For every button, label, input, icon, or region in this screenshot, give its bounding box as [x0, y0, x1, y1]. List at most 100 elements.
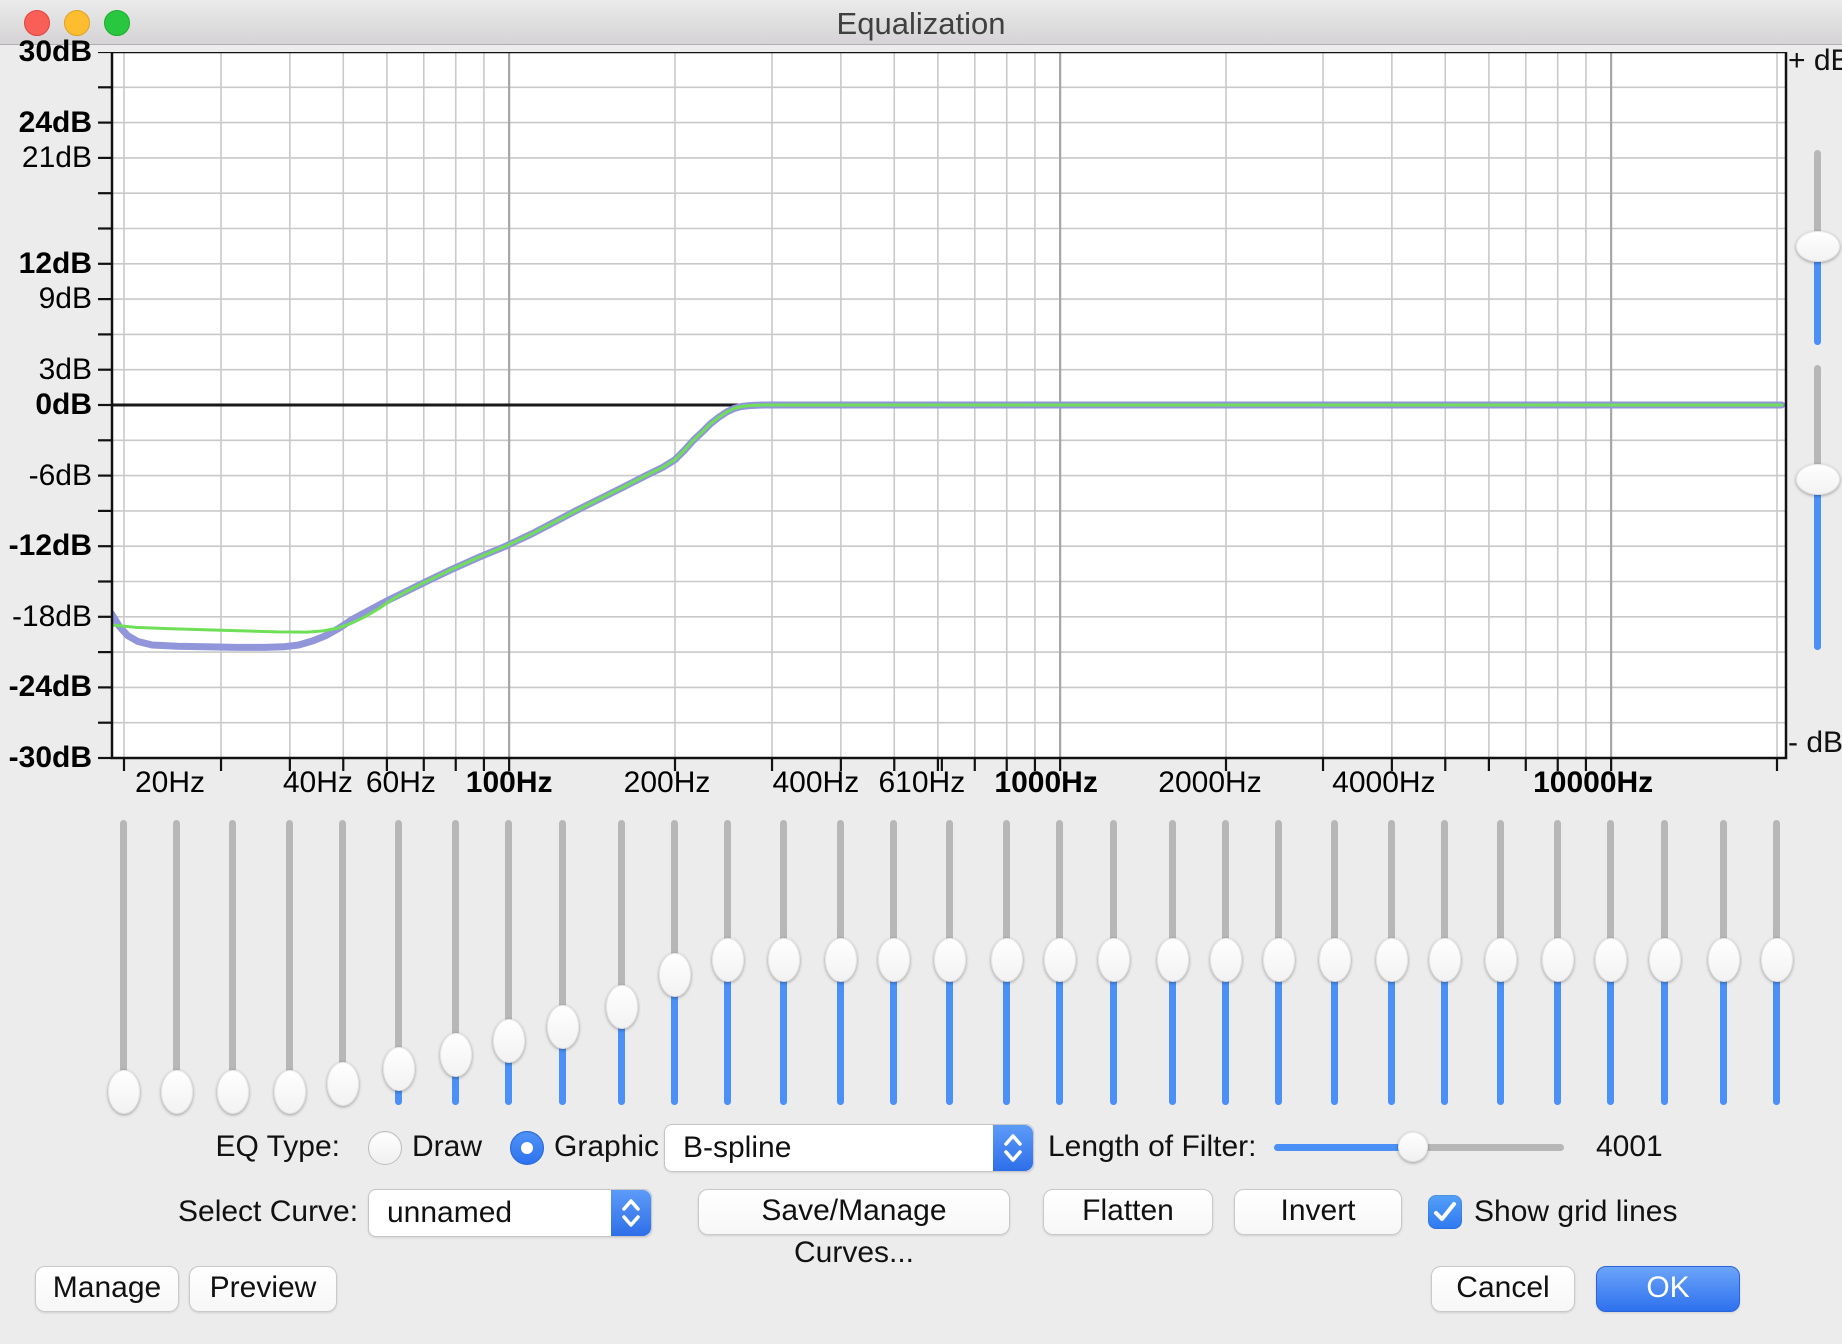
slider-thumb[interactable] — [1319, 938, 1351, 982]
eq-type-graphic-label[interactable]: Graphic — [554, 1124, 659, 1170]
slider-thumb[interactable] — [1796, 231, 1840, 262]
eq-band-slider[interactable] — [655, 820, 695, 1105]
slider-thumb[interactable] — [217, 1070, 249, 1114]
x-axis-label: 1000Hz — [994, 766, 1097, 800]
cancel-button[interactable]: Cancel — [1431, 1266, 1575, 1312]
slider-thumb[interactable] — [1376, 938, 1408, 982]
x-axis-label: 100Hz — [466, 766, 553, 800]
slider-thumb[interactable] — [1649, 938, 1681, 982]
slider-thumb[interactable] — [1157, 938, 1189, 982]
slider-thumb[interactable] — [659, 953, 691, 997]
slider-thumb[interactable] — [825, 938, 857, 982]
eq-band-slider[interactable] — [1094, 820, 1134, 1105]
slider-thumb[interactable] — [274, 1070, 306, 1114]
eq-band-slider[interactable] — [1259, 820, 1299, 1105]
length-of-filter-label: Length of Filter: — [1048, 1124, 1256, 1170]
eq-band-slider[interactable] — [1591, 820, 1631, 1105]
eq-band-slider[interactable] — [1704, 820, 1744, 1105]
slider-thumb[interactable] — [1098, 938, 1130, 982]
invert-button[interactable]: Invert — [1234, 1189, 1402, 1235]
eq-band-slider[interactable] — [602, 820, 642, 1105]
eq-band-slider[interactable] — [1757, 820, 1797, 1105]
eq-band-slider[interactable] — [489, 820, 529, 1105]
eq-band-slider[interactable] — [1206, 820, 1246, 1105]
eq-band-slider[interactable] — [1040, 820, 1080, 1105]
manage-button[interactable]: Manage — [35, 1266, 179, 1312]
eq-band-slider[interactable] — [157, 820, 197, 1105]
eq-band-slider[interactable] — [987, 820, 1027, 1105]
save-manage-curves-button[interactable]: Save/Manage Curves... — [698, 1189, 1010, 1235]
slider-thumb[interactable] — [327, 1062, 359, 1106]
eq-band-slider[interactable] — [543, 820, 583, 1105]
slider-track[interactable] — [229, 820, 236, 1105]
slider-thumb[interactable] — [1485, 938, 1517, 982]
slider-thumb[interactable] — [383, 1047, 415, 1091]
slider-thumb[interactable] — [1542, 938, 1574, 982]
x-axis-label: 4000Hz — [1332, 766, 1435, 800]
db-range-upper-slider[interactable] — [1795, 150, 1841, 345]
slider-thumb[interactable] — [1595, 938, 1627, 982]
slider-thumb[interactable] — [712, 938, 744, 982]
eq-type-draw-label[interactable]: Draw — [412, 1124, 482, 1170]
eq-band-slider[interactable] — [1645, 820, 1685, 1105]
stepper-arrows-icon[interactable] — [993, 1125, 1033, 1171]
y-axis-label: 12dB — [0, 247, 102, 281]
eq-band-slider[interactable] — [821, 820, 861, 1105]
slider-thumb[interactable] — [991, 938, 1023, 982]
eq-response-graph[interactable] — [92, 52, 1790, 774]
y-axis-label: 30dB — [0, 35, 102, 69]
interpolation-select[interactable]: B-spline — [664, 1124, 1034, 1172]
slider-thumb[interactable] — [1044, 938, 1076, 982]
eq-band-slider[interactable] — [1538, 820, 1578, 1105]
eq-band-slider[interactable] — [1315, 820, 1355, 1105]
slider-thumb[interactable] — [1429, 938, 1461, 982]
slider-thumb[interactable] — [547, 1005, 579, 1049]
eq-band-slider[interactable] — [213, 820, 253, 1105]
eq-band-slider[interactable] — [1153, 820, 1193, 1105]
flatten-button[interactable]: Flatten — [1043, 1189, 1213, 1235]
eq-band-slider[interactable] — [1481, 820, 1521, 1105]
slider-thumb[interactable] — [606, 985, 638, 1029]
plus-db-label: + dB — [1788, 44, 1842, 78]
stepper-arrows-icon[interactable] — [611, 1190, 651, 1236]
slider-thumb[interactable] — [878, 938, 910, 982]
x-axis-label: 610Hz — [878, 766, 965, 800]
db-range-lower-slider[interactable] — [1795, 365, 1841, 650]
show-grid-lines-checkbox[interactable] — [1428, 1195, 1462, 1229]
slider-thumb[interactable] — [108, 1070, 140, 1114]
eq-band-slider[interactable] — [874, 820, 914, 1105]
slider-thumb[interactable] — [1263, 938, 1295, 982]
eq-band-slider[interactable] — [764, 820, 804, 1105]
select-curve-dropdown[interactable]: unnamed — [368, 1189, 652, 1237]
select-curve-label: Select Curve: — [178, 1189, 343, 1235]
slider-thumb[interactable] — [161, 1070, 193, 1114]
eq-type-graphic-radio[interactable] — [510, 1131, 544, 1165]
eq-band-slider[interactable] — [436, 820, 476, 1105]
slider-track[interactable] — [120, 820, 127, 1105]
eq-band-slider[interactable] — [1425, 820, 1465, 1105]
slider-thumb[interactable] — [768, 938, 800, 982]
ok-button[interactable]: OK — [1596, 1266, 1740, 1312]
eq-band-slider[interactable] — [323, 820, 363, 1105]
slider-thumb[interactable] — [1761, 938, 1793, 982]
eq-band-slider[interactable] — [930, 820, 970, 1105]
slider-thumb[interactable] — [493, 1019, 525, 1063]
y-axis-label: 3dB — [0, 353, 102, 387]
slider-thumb[interactable] — [1210, 938, 1242, 982]
slider-thumb[interactable] — [1796, 464, 1840, 495]
slider-thumb[interactable] — [934, 938, 966, 982]
eq-band-slider[interactable] — [379, 820, 419, 1105]
length-slider-thumb[interactable] — [1398, 1132, 1428, 1162]
eq-type-draw-radio[interactable] — [368, 1131, 402, 1165]
slider-track[interactable] — [286, 820, 293, 1105]
eq-band-slider[interactable] — [1372, 820, 1412, 1105]
eq-band-slider[interactable] — [104, 820, 144, 1105]
length-of-filter-value: 4001 — [1596, 1124, 1663, 1170]
slider-thumb[interactable] — [440, 1033, 472, 1077]
preview-button[interactable]: Preview — [189, 1266, 337, 1312]
eq-band-slider[interactable] — [270, 820, 310, 1105]
slider-thumb[interactable] — [1708, 938, 1740, 982]
show-grid-lines-label[interactable]: Show grid lines — [1474, 1189, 1677, 1235]
slider-track[interactable] — [173, 820, 180, 1105]
eq-band-slider[interactable] — [708, 820, 748, 1105]
